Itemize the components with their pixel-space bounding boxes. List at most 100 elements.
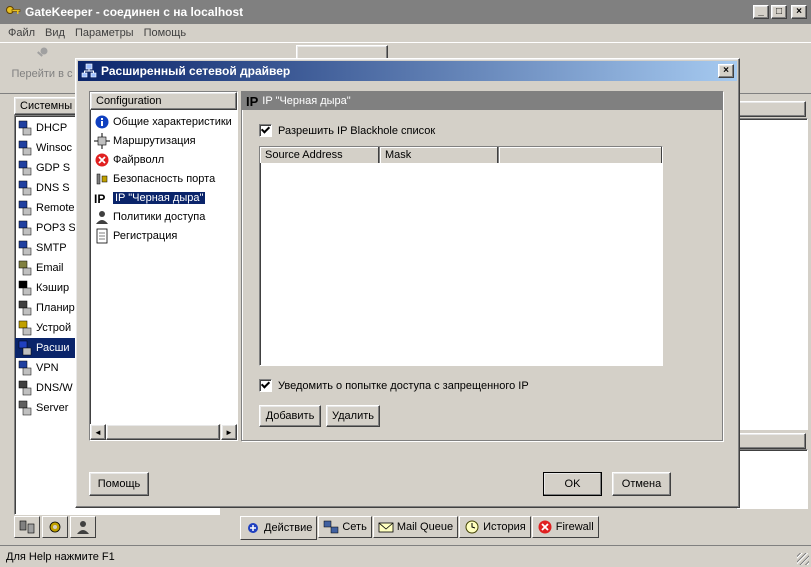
col-mask[interactable]: Mask xyxy=(380,147,499,163)
tab-servers[interactable] xyxy=(14,516,40,538)
action-icon xyxy=(245,520,261,536)
col-source-address[interactable]: Source Address xyxy=(260,147,380,163)
main-title: GateKeeper - соединен с на localhost xyxy=(25,5,244,19)
vpn-icon xyxy=(17,360,33,376)
left-bottom-tabs xyxy=(14,516,214,540)
close-button[interactable]: × xyxy=(791,5,807,19)
tab-firewall[interactable]: Firewall xyxy=(531,516,599,538)
notify-checkbox-box[interactable] xyxy=(259,379,272,392)
tree-item[interactable]: Общие характеристики xyxy=(90,112,237,131)
tree-item[interactable]: Маршрутизация xyxy=(90,131,237,150)
tab-action[interactable]: Действие xyxy=(240,516,318,540)
tab-mail-queue[interactable]: Mail Queue xyxy=(372,516,459,538)
status-bar: Для Help нажмите F1 xyxy=(0,545,811,567)
list-item-label: Расши xyxy=(36,342,70,354)
routing-icon xyxy=(94,132,110,149)
list-item-label: Планир xyxy=(36,302,75,314)
add-button[interactable]: Добавить xyxy=(259,405,321,427)
tab-network[interactable] xyxy=(42,516,68,538)
help-button[interactable]: Помощь xyxy=(89,472,149,496)
ok-button[interactable]: OK xyxy=(543,472,602,496)
smtp-icon xyxy=(17,240,33,256)
enable-checkbox-box[interactable] xyxy=(259,124,272,137)
tree-hscrollbar[interactable]: ◄ ► xyxy=(90,424,237,440)
ip-icon: IP xyxy=(94,190,110,206)
winsock-icon xyxy=(17,140,33,156)
list-item-label: Email xyxy=(36,262,64,274)
network-icon xyxy=(81,63,97,79)
remove-button[interactable]: Удалить xyxy=(326,405,380,427)
scroll-right-button[interactable]: ► xyxy=(221,424,237,440)
tree-item-label: Маршрутизация xyxy=(113,134,196,147)
tree-item-label: Регистрация xyxy=(113,229,178,242)
right-panel-header-top xyxy=(736,101,806,117)
server-icon xyxy=(17,400,33,416)
right-panel xyxy=(736,97,808,511)
tree-item[interactable]: IP IP "Черная дыра" xyxy=(90,188,237,207)
scroll-left-button[interactable]: ◄ xyxy=(90,424,106,440)
gdp-icon xyxy=(17,160,33,176)
remote-icon xyxy=(17,200,33,216)
list-item-label: Кэшир xyxy=(36,282,70,294)
dns-icon xyxy=(17,180,33,196)
minimize-button[interactable]: _ xyxy=(753,5,769,19)
port-security-icon xyxy=(94,171,110,187)
tree-item-label: Общие характеристики xyxy=(113,115,232,128)
dhcp-icon xyxy=(17,120,33,136)
tree-item[interactable]: Политики доступа xyxy=(90,207,237,226)
cache-icon xyxy=(17,280,33,296)
svg-text:IP: IP xyxy=(94,192,105,206)
menu-view[interactable]: Вид xyxy=(45,27,65,39)
enable-blackhole-checkbox[interactable]: Разрешить IP Blackhole список xyxy=(259,124,435,137)
envelope-icon xyxy=(378,519,394,535)
tab-net[interactable]: Сеть xyxy=(318,516,372,538)
list-item-label: VPN xyxy=(36,362,59,374)
tab-users[interactable] xyxy=(70,516,96,538)
menu-help[interactable]: Помощь xyxy=(144,27,187,39)
list-item-label: Winsoc xyxy=(36,142,73,154)
dialog-close-button[interactable]: × xyxy=(718,64,734,78)
col-empty xyxy=(499,147,662,163)
menu-file[interactable]: Файл xyxy=(8,27,35,39)
right-panel-area-top xyxy=(736,118,808,430)
servers-icon xyxy=(19,519,35,535)
notify-checkbox[interactable]: Уведомить о попытке доступа с запрещенно… xyxy=(259,379,529,392)
email-icon xyxy=(17,260,33,276)
gear-icon xyxy=(47,519,63,535)
tree-item-label: IP "Черная дыра" xyxy=(113,191,206,204)
resize-grip[interactable] xyxy=(797,553,809,565)
cancel-button[interactable]: Отмена xyxy=(612,472,671,496)
list-item-label: GDP S xyxy=(36,162,71,174)
list-item-label: Server xyxy=(36,402,69,414)
tree-item[interactable]: Файрволл xyxy=(90,150,237,169)
maximize-button[interactable]: □ xyxy=(771,5,787,19)
policy-icon xyxy=(94,209,110,225)
blackhole-panel: IP IP "Черная дыра" Разрешить IP Blackho… xyxy=(241,91,723,441)
user-icon xyxy=(75,519,91,535)
clock-icon xyxy=(464,519,480,535)
tree-item[interactable]: Безопасность порта xyxy=(90,169,237,188)
list-item-label: SMTP xyxy=(36,242,67,254)
tab-history[interactable]: История xyxy=(459,516,531,538)
list-item-label: DHCP xyxy=(36,122,68,134)
key-icon xyxy=(34,46,50,62)
right-panel-area-bottom xyxy=(736,449,808,509)
right-panel-header-bottom xyxy=(736,433,806,449)
tree-item[interactable]: Регистрация xyxy=(90,226,237,245)
pop3-icon xyxy=(17,220,33,236)
network-driver-icon xyxy=(17,340,33,356)
panel-header: IP IP "Черная дыра" xyxy=(242,92,722,110)
panel-title: IP "Черная дыра" xyxy=(262,95,351,107)
scroll-thumb[interactable] xyxy=(106,424,220,440)
main-titlebar: GateKeeper - соединен с на localhost _ □… xyxy=(0,0,811,24)
list-item-label: DNS/W xyxy=(36,382,73,394)
status-text: Для Help нажмите F1 xyxy=(6,550,115,563)
tree-item-label: Безопасность порта xyxy=(113,172,216,185)
menu-params[interactable]: Параметры xyxy=(75,27,134,39)
toolbar-go-label: Перейти в с xyxy=(11,68,73,80)
dialog-title: Расширенный сетевой драйвер xyxy=(101,64,291,78)
config-tree[interactable]: Configuration Общие характеристики Маршру… xyxy=(89,91,238,441)
address-list[interactable]: Source Address Mask xyxy=(259,146,663,366)
toolbar-go-button[interactable]: Перейти в с xyxy=(8,46,76,90)
config-tree-header: Configuration xyxy=(90,92,237,110)
